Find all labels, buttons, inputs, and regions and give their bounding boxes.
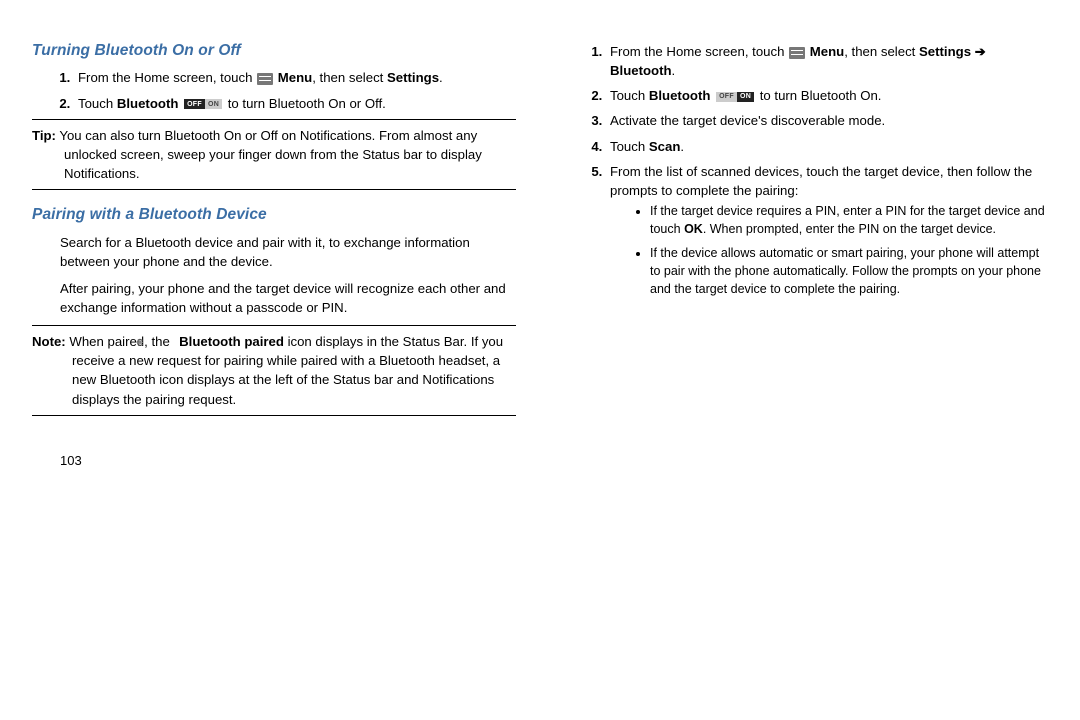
toggle-off: OFF	[184, 99, 205, 109]
pairing-intro-1: Search for a Bluetooth device and pair w…	[60, 233, 516, 271]
text: From the Home screen, touch	[610, 44, 788, 59]
menu-icon	[257, 73, 273, 85]
sub-2: If the device allows automatic or smart …	[650, 244, 1048, 298]
note-label: Note:	[32, 334, 66, 349]
steps-pairing: From the Home screen, touch Menu, then s…	[564, 42, 1048, 299]
toggle-off-on-icon: OFFON	[184, 99, 222, 109]
step-4: Touch Scan.	[606, 137, 1048, 156]
menu-icon	[789, 47, 805, 59]
menu-label: Menu	[806, 44, 844, 59]
heading-turning-bluetooth: Turning Bluetooth On or Off	[32, 40, 516, 62]
arrow-icon: ➔	[975, 44, 986, 59]
step-1: From the Home screen, touch Menu, then s…	[606, 42, 1048, 80]
sub-bullets: If the target device requires a PIN, ent…	[610, 202, 1048, 299]
bluetooth-label: Bluetooth	[610, 63, 672, 78]
bluetooth-label: Bluetooth	[117, 96, 179, 111]
text: .	[672, 63, 676, 78]
text: Touch	[610, 139, 649, 154]
page-number: 103	[60, 452, 516, 471]
text: Touch	[610, 88, 649, 103]
text: , then select	[312, 70, 387, 85]
step-3: Activate the target device's discoverabl…	[606, 111, 1048, 130]
step-2: Touch Bluetooth OFFON to turn Bluetooth …	[74, 94, 516, 113]
text: . When prompted, enter the PIN on the ta…	[703, 222, 996, 236]
toggle-on-icon: OFFON	[716, 92, 754, 102]
text: When paired, the	[66, 334, 174, 349]
toggle-off: OFF	[716, 92, 737, 102]
manual-page: Turning Bluetooth On or Off From the Hom…	[32, 40, 1048, 471]
text: From the list of scanned devices, touch …	[610, 164, 1032, 198]
note-text: Note: When paired, the ⁕ Bluetooth paire…	[32, 332, 516, 409]
settings-label: Settings	[919, 44, 975, 59]
left-column: Turning Bluetooth On or Off From the Hom…	[32, 40, 516, 471]
text: Touch	[78, 96, 117, 111]
divider	[32, 119, 516, 120]
tip-label: Tip:	[32, 128, 56, 143]
divider	[32, 189, 516, 190]
steps-turning-bluetooth: From the Home screen, touch Menu, then s…	[32, 68, 516, 112]
scan-label: Scan	[649, 139, 681, 154]
settings-label: Settings	[387, 70, 439, 85]
step-5: From the list of scanned devices, touch …	[606, 162, 1048, 299]
sub-1: If the target device requires a PIN, ent…	[650, 202, 1048, 238]
text: to turn Bluetooth On.	[760, 88, 882, 103]
tip-text: Tip: You can also turn Bluetooth On or O…	[32, 126, 516, 183]
bluetooth-paired-label: Bluetooth paired	[175, 334, 283, 349]
menu-label: Menu	[274, 70, 312, 85]
text: .	[680, 139, 684, 154]
tip-block: Tip: You can also turn Bluetooth On or O…	[32, 126, 516, 183]
text: From the Home screen, touch	[78, 70, 256, 85]
heading-pairing: Pairing with a Bluetooth Device	[32, 204, 516, 226]
text: to turn Bluetooth On or Off.	[228, 96, 386, 111]
bluetooth-label: Bluetooth	[649, 88, 711, 103]
step-1: From the Home screen, touch Menu, then s…	[74, 68, 516, 87]
tip-body: You can also turn Bluetooth On or Off on…	[56, 128, 482, 181]
right-column: From the Home screen, touch Menu, then s…	[564, 40, 1048, 471]
ok-label: OK	[684, 222, 703, 236]
divider	[32, 415, 516, 416]
note-block: Note: When paired, the ⁕ Bluetooth paire…	[32, 332, 516, 409]
text: .	[439, 70, 443, 85]
toggle-on: ON	[205, 99, 222, 109]
pairing-intro-2: After pairing, your phone and the target…	[60, 279, 516, 317]
toggle-on: ON	[737, 92, 754, 102]
divider	[32, 325, 516, 326]
text: , then select	[844, 44, 919, 59]
step-2: Touch Bluetooth OFFON to turn Bluetooth …	[606, 86, 1048, 105]
